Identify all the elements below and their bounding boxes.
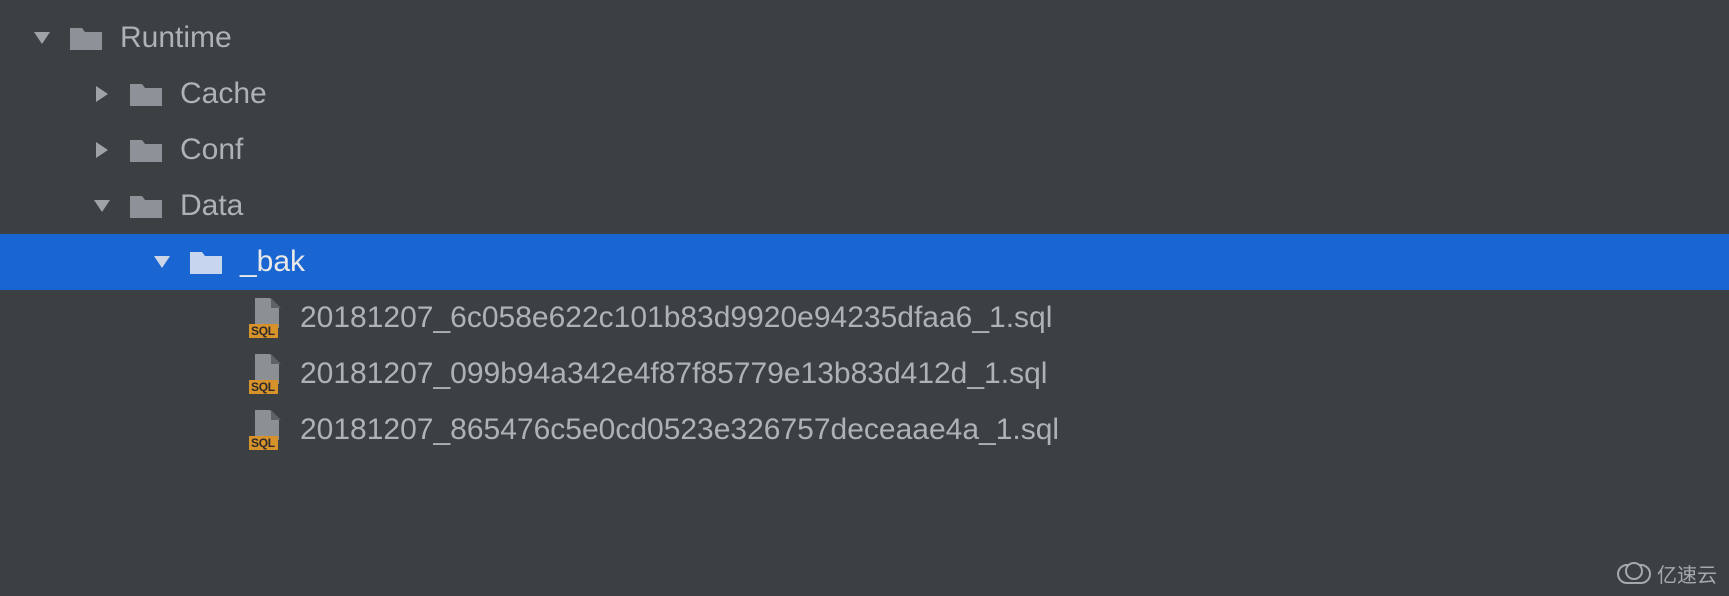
disclosure-triangle-icon[interactable] (28, 24, 56, 52)
tree-item-label: _bak (240, 247, 305, 277)
file-tree: Runtime Cache Conf Data (0, 0, 1729, 458)
disclosure-triangle-icon[interactable] (88, 136, 116, 164)
sql-file-icon: SQL (248, 359, 284, 389)
tree-item-label: 20181207_6c058e622c101b83d9920e94235dfaa… (300, 303, 1052, 333)
sql-file-icon: SQL (248, 303, 284, 333)
folder-icon (128, 191, 164, 221)
watermark: 亿速云 (1615, 559, 1717, 588)
tree-item-label: Conf (180, 135, 243, 165)
tree-item-label: 20181207_865476c5e0cd0523e326757deceaae4… (300, 415, 1059, 445)
watermark-label: 亿速云 (1657, 559, 1717, 588)
tree-item-label: Runtime (120, 23, 232, 53)
tree-item-bak[interactable]: _bak (0, 234, 1729, 290)
folder-icon (68, 23, 104, 53)
tree-item-file[interactable]: SQL 20181207_865476c5e0cd0523e326757dece… (0, 402, 1729, 458)
folder-icon (128, 135, 164, 165)
disclosure-triangle-icon[interactable] (148, 248, 176, 276)
tree-item-conf[interactable]: Conf (0, 122, 1729, 178)
folder-icon (188, 247, 224, 277)
tree-item-file[interactable]: SQL 20181207_099b94a342e4f87f85779e13b83… (0, 346, 1729, 402)
tree-item-file[interactable]: SQL 20181207_6c058e622c101b83d9920e94235… (0, 290, 1729, 346)
disclosure-triangle-icon[interactable] (88, 80, 116, 108)
tree-item-label: Data (180, 191, 243, 221)
disclosure-triangle-icon[interactable] (88, 192, 116, 220)
tree-item-label: Cache (180, 79, 267, 109)
cloud-icon (1615, 562, 1651, 586)
sql-file-icon: SQL (248, 415, 284, 445)
tree-item-label: 20181207_099b94a342e4f87f85779e13b83d412… (300, 359, 1047, 389)
folder-icon (128, 79, 164, 109)
tree-item-cache[interactable]: Cache (0, 66, 1729, 122)
tree-item-data[interactable]: Data (0, 178, 1729, 234)
tree-item-runtime[interactable]: Runtime (0, 10, 1729, 66)
